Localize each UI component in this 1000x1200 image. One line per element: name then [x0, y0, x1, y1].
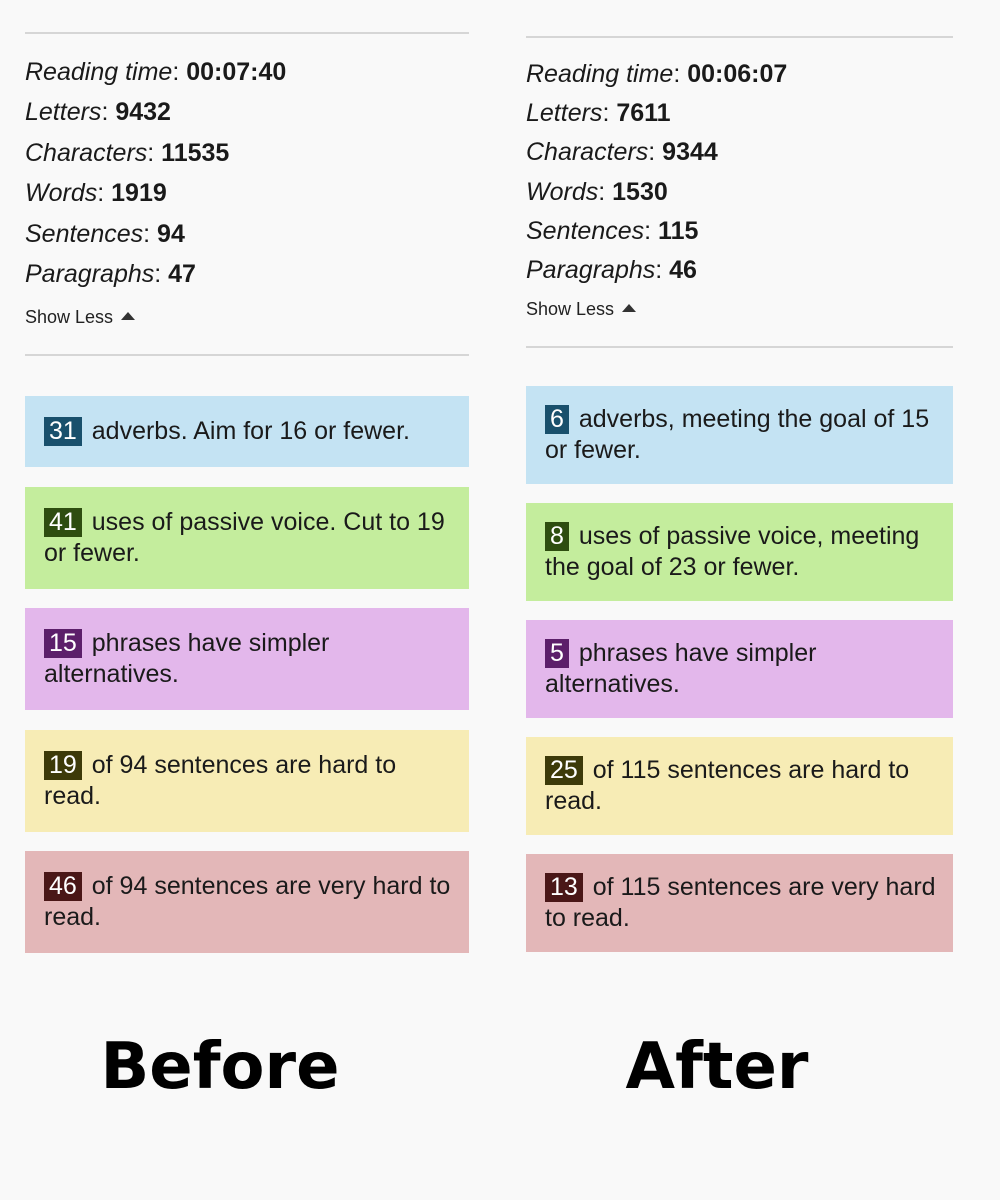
- stats-list: Reading time: 00:07:40 Letters: 9432 Cha…: [25, 56, 469, 298]
- show-less-label: Show Less: [25, 307, 114, 327]
- after-caption: After: [625, 1030, 809, 1104]
- divider-top: [526, 36, 953, 38]
- adverbs-card[interactable]: 6 adverbs, meeting the goal of 15 or few…: [526, 386, 953, 484]
- stat-reading-time: Reading time: 00:07:40: [25, 58, 287, 86]
- very-hard-to-read-card[interactable]: 13 of 115 sentences are very hard to rea…: [526, 854, 953, 952]
- stat-value: 00:07:40: [186, 58, 287, 86]
- stat-label: Words: [25, 179, 98, 208]
- count-badge: 13: [545, 873, 583, 902]
- before-caption: Before: [100, 1030, 340, 1104]
- stat-value: 47: [168, 259, 196, 288]
- card-text: phrases have simpler alternatives.: [545, 639, 817, 698]
- hard-to-read-card[interactable]: 19 of 94 sentences are hard to read.: [25, 730, 469, 832]
- stat-value: 1530: [612, 177, 668, 206]
- card-text: uses of passive voice. Cut to 19 or fewe…: [44, 508, 445, 567]
- count-badge: 31: [44, 417, 82, 446]
- card-text: uses of passive voice, meeting the goal …: [545, 522, 920, 581]
- count-badge: 41: [44, 508, 82, 537]
- card-text: of 94 sentences are very hard to read.: [44, 872, 451, 931]
- stat-paragraphs: Paragraphs: 46: [526, 255, 697, 284]
- stat-label: Paragraphs: [25, 259, 155, 288]
- hard-to-read-card[interactable]: 25 of 115 sentences are hard to read.: [526, 737, 953, 835]
- show-less-label: Show Less: [526, 299, 615, 319]
- divider-bottom: [25, 354, 469, 356]
- stat-label: Reading time: [526, 60, 674, 88]
- stat-value: 9432: [115, 98, 171, 127]
- stat-characters: Characters: 9344: [526, 138, 718, 167]
- divider-bottom: [526, 346, 953, 348]
- divider-top: [25, 32, 469, 34]
- stat-label: Characters: [526, 138, 649, 167]
- stat-value: 94: [157, 219, 185, 248]
- count-badge: 46: [44, 872, 82, 901]
- caret-up-icon: [622, 304, 637, 312]
- stats-list: Reading time: 00:06:07 Letters: 7611 Cha…: [526, 58, 953, 293]
- count-badge: 5: [545, 639, 569, 668]
- stat-value: 11535: [161, 138, 230, 167]
- stat-label: Reading time: [25, 58, 173, 86]
- count-badge: 6: [545, 405, 569, 434]
- stat-value: 1919: [111, 179, 167, 208]
- passive-voice-card[interactable]: 41 uses of passive voice. Cut to 19 or f…: [25, 487, 469, 589]
- card-text: of 115 sentences are very hard to read.: [545, 873, 936, 932]
- stat-letters: Letters: 9432: [25, 98, 171, 127]
- adverbs-card[interactable]: 31 adverbs. Aim for 16 or fewer.: [25, 396, 469, 467]
- stat-value: 7611: [616, 99, 671, 128]
- stat-value: 46: [669, 255, 697, 284]
- stat-reading-time: Reading time: 00:06:07: [526, 60, 788, 88]
- stat-sentences: Sentences: 115: [526, 216, 699, 245]
- count-badge: 15: [44, 629, 82, 658]
- caret-up-icon: [121, 312, 136, 320]
- card-text: phrases have simpler alternatives.: [44, 629, 330, 688]
- count-badge: 8: [545, 522, 569, 551]
- card-text: of 94 sentences are hard to read.: [44, 751, 397, 810]
- count-badge: 25: [545, 756, 583, 785]
- stat-words: Words: 1919: [25, 179, 167, 208]
- stat-label: Words: [526, 177, 599, 206]
- card-text: of 115 sentences are hard to read.: [545, 756, 910, 815]
- show-less-button[interactable]: Show Less: [526, 299, 637, 320]
- stat-sentences: Sentences: 94: [25, 219, 185, 248]
- simpler-alternatives-card[interactable]: 5 phrases have simpler alternatives.: [526, 620, 953, 718]
- show-less-button[interactable]: Show Less: [25, 307, 136, 328]
- stat-label: Letters: [25, 98, 102, 127]
- very-hard-to-read-card[interactable]: 46 of 94 sentences are very hard to read…: [25, 851, 469, 953]
- count-badge: 19: [44, 751, 82, 780]
- stat-label: Paragraphs: [526, 255, 656, 284]
- stat-value: 00:06:07: [687, 60, 788, 88]
- stat-words: Words: 1530: [526, 177, 668, 206]
- simpler-alternatives-card[interactable]: 15 phrases have simpler alternatives.: [25, 608, 469, 710]
- stat-paragraphs: Paragraphs: 47: [25, 259, 196, 288]
- stat-characters: Characters: 11535: [25, 138, 230, 167]
- stat-label: Sentences: [25, 219, 144, 248]
- stat-value: 9344: [662, 138, 718, 167]
- stat-value: 115: [658, 216, 699, 245]
- stat-label: Characters: [25, 138, 148, 167]
- passive-voice-card[interactable]: 8 uses of passive voice, meeting the goa…: [526, 503, 953, 601]
- stat-letters: Letters: 7611: [526, 99, 671, 128]
- stat-label: Sentences: [526, 216, 645, 245]
- card-text: adverbs, meeting the goal of 15 or fewer…: [545, 405, 930, 464]
- stat-label: Letters: [526, 99, 603, 128]
- card-text: adverbs. Aim for 16 or fewer.: [91, 417, 410, 445]
